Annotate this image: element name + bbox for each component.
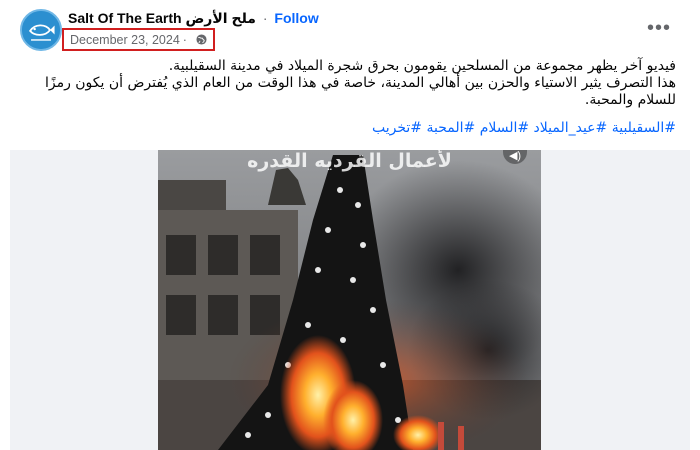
video-container: لأعمال القرديه القدره ◀): [10, 150, 690, 450]
hashtag-list: #السقيلبية #عيد_الميلاد #السلام #المحبة …: [20, 120, 676, 137]
video-frame-image: [158, 150, 541, 450]
page-avatar[interactable]: [20, 9, 62, 51]
speaker-icon: ◀): [508, 150, 522, 162]
hashtag-link[interactable]: #السقيلبية: [612, 120, 676, 136]
post-timestamp-highlight: December 23, 2024 ·: [62, 28, 215, 51]
author-line: Salt Of The Earth ملح الأرض · Follow: [68, 10, 319, 27]
video-caption-overlay: لأعمال القرديه القدره: [247, 150, 452, 172]
post-text-line: للسلام والمحبة.: [584, 92, 676, 108]
fish-logo-icon: [22, 11, 60, 49]
hashtag-link[interactable]: #تخريب: [372, 120, 422, 136]
post-body: فيديو آخر يظهر مجموعة من المسلحين يقومون…: [20, 58, 676, 109]
page-name[interactable]: Salt Of The Earth ملح الأرض: [68, 10, 256, 26]
post-header: Salt Of The Earth ملح الأرض · Follow Dec…: [0, 0, 700, 58]
separator-dot: ·: [262, 10, 268, 26]
post-text-line: هذا التصرف يثير الاستياء والحزن بين أهال…: [44, 75, 676, 91]
hashtag-link[interactable]: #عيد_الميلاد: [534, 120, 608, 136]
hashtag-link[interactable]: #السلام: [480, 120, 529, 136]
globe-icon: [196, 34, 207, 45]
separator-dot: ·: [182, 32, 187, 47]
more-options-button[interactable]: •••: [642, 14, 676, 42]
hashtag-link[interactable]: #المحبة: [426, 120, 475, 136]
follow-button[interactable]: Follow: [274, 10, 318, 26]
post-text-line: فيديو آخر يظهر مجموعة من المسلحين يقومون…: [168, 58, 676, 74]
video-player[interactable]: لأعمال القرديه القدره ◀): [158, 150, 541, 450]
more-icon: •••: [646, 16, 671, 39]
post-date[interactable]: December 23, 2024: [70, 33, 180, 47]
